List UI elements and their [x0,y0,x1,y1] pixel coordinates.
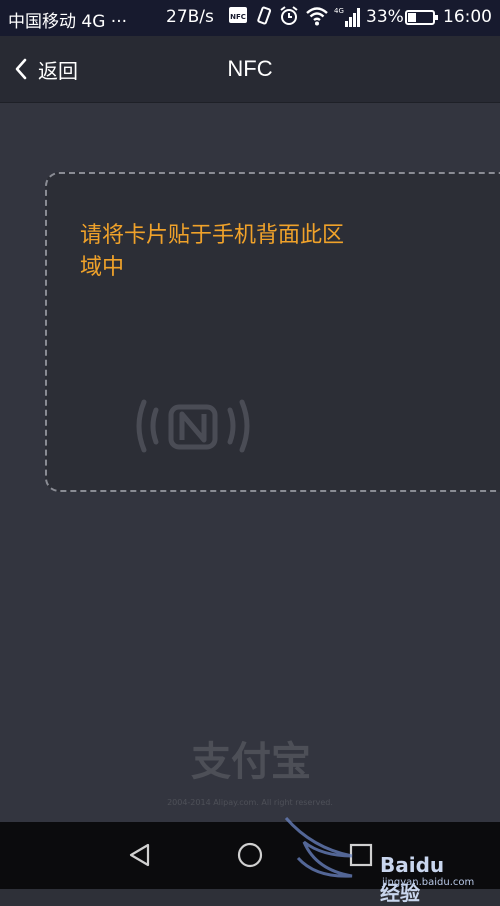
card-instruction: 请将卡片贴于手机背面此区域中 [80,223,345,280]
triangle-back-icon[interactable] [126,841,154,869]
network-speed: 27B/s [166,7,214,27]
watermark-url: jingyan.baidu.com [382,877,475,888]
nfc-icon [136,399,250,453]
page-title: NFC [227,56,273,81]
svg-text:支付宝: 支付宝 [191,739,311,785]
copyright-text: 2004-2014 Alipay.com. All right reserved… [167,798,333,807]
wifi-icon [306,7,328,26]
clock: 16:00 [443,7,492,27]
status-bar: 中国移动 4G ··· 27B/s NFC 4G 33% 16:00 [0,0,500,36]
signal-4g-icon: 4G [334,7,360,27]
baidu-watermark: Baidu 经验 jingyan.baidu.com [282,812,474,905]
battery-icon [405,10,438,25]
carrier-label: 中国移动 4G ··· [8,12,128,32]
circle-home-icon[interactable] [236,841,264,869]
alipay-logo: 支付宝 [191,739,311,785]
vibrate-icon [257,6,272,25]
battery-percent: 33% [366,7,404,27]
alarm-icon [280,6,298,25]
wings-icon [284,817,353,878]
svg-text:4G: 4G [334,7,344,15]
nav-bar: 返回 NFC [0,36,500,103]
nfc-status-icon: NFC [229,7,247,23]
svg-text:NFC: NFC [230,13,246,21]
